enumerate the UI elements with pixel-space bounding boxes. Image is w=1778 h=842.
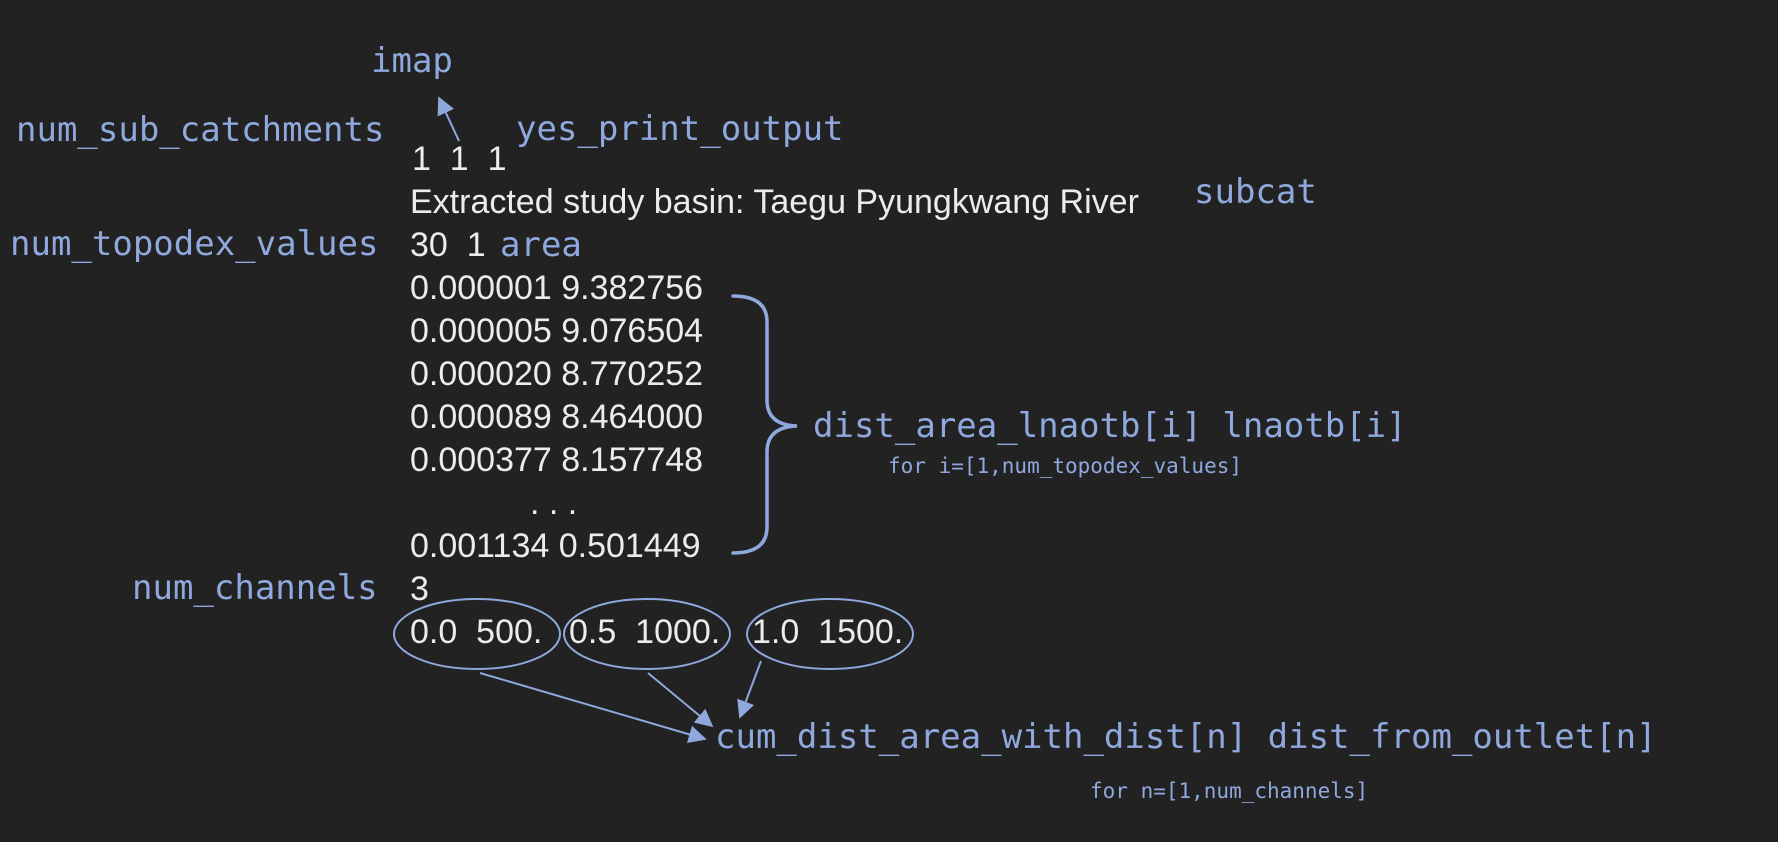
label-for-i: for i=[1,num_topodex_values] (888, 454, 1243, 478)
topodex-row: 0.000377 8.157748 (410, 441, 704, 479)
arrow-channel-2 (647, 672, 714, 728)
topodex-row: 0.001134 0.501449 (410, 527, 701, 565)
label-area: area (500, 225, 582, 265)
label-num-topodex-values: num_topodex_values (10, 224, 379, 264)
topodex-row: 0.000089 8.464000 (410, 398, 704, 436)
line-imap-values: 1 1 1 (412, 140, 507, 178)
label-cum-dist: cum_dist_area_with_dist[n] dist_from_out… (715, 717, 1657, 757)
brace-topodex-rows (731, 294, 798, 555)
line-topodex-count: 30 1 (410, 226, 486, 264)
label-num-channels: num_channels (132, 568, 378, 608)
arrow-channel-1 (479, 672, 707, 744)
diagram-canvas: imap num_sub_catchments yes_print_output… (0, 0, 1778, 842)
channel-pair: 1.0 1500. (752, 613, 904, 651)
arrow-to-imap (437, 96, 460, 142)
arrow-channel-3 (737, 660, 762, 719)
channel-pair: 0.5 1000. (569, 613, 721, 651)
topodex-ellipsis: . . . (530, 484, 578, 522)
label-for-n: for n=[1,num_channels] (1090, 779, 1369, 803)
label-imap: imap (371, 41, 453, 81)
topodex-row: 0.000001 9.382756 (410, 269, 704, 307)
label-subcat: subcat (1194, 172, 1317, 212)
label-num-sub-catchments: num_sub_catchments (16, 110, 385, 150)
topodex-row: 0.000020 8.770252 (410, 355, 704, 393)
label-yes-print-output: yes_print_output (516, 109, 844, 149)
topodex-row: 0.000005 9.076504 (410, 312, 704, 350)
basin-title: Extracted study basin: Taegu Pyungkwang … (410, 183, 1139, 221)
label-dist-area-lnaotb: dist_area_lnaotb[i] lnaotb[i] (813, 406, 1407, 446)
num-channels-value: 3 (410, 570, 429, 608)
channel-pair: 0.0 500. (410, 613, 543, 651)
